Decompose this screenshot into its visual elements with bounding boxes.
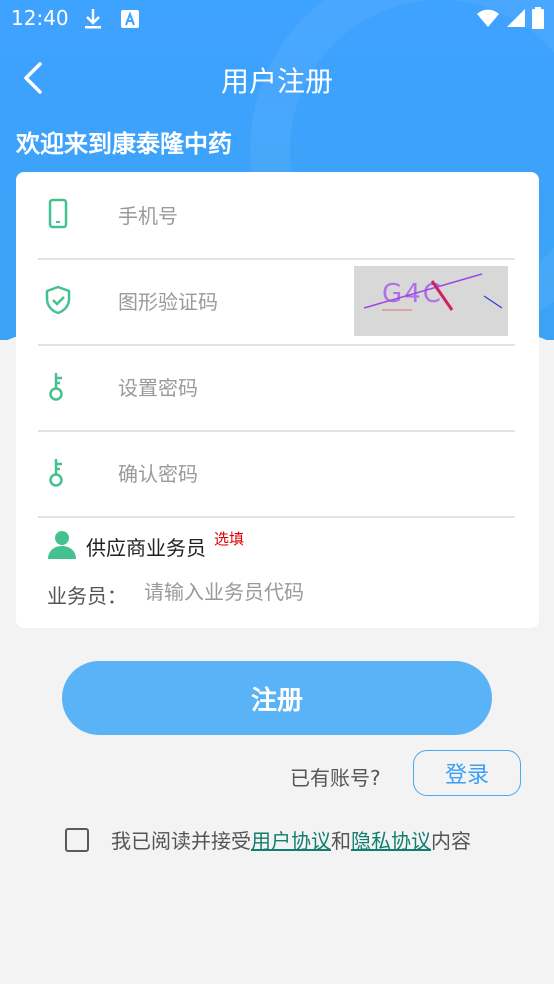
optional-tag: 选填: [214, 529, 245, 548]
font-icon: [120, 7, 140, 35]
confirm-password-input[interactable]: [116, 430, 350, 518]
status-bar: 12:40: [0, 0, 554, 38]
agreement-prefix: 我已阅读并接受: [111, 829, 251, 853]
agreement-row: 我已阅读并接受用户协议和隐私协议内容: [65, 825, 471, 854]
status-time: 12:40: [11, 6, 69, 30]
captcha-image[interactable]: G4C: [354, 266, 508, 336]
shield-check-icon: [42, 284, 74, 316]
supplier-section: 供应商业务员 选填: [46, 528, 244, 564]
agreement-and: 和: [331, 829, 351, 853]
person-icon: [46, 528, 78, 564]
password-row: [38, 344, 515, 432]
register-form-card: G4C 供应商业务员 选填 业务员：: [16, 172, 539, 628]
phone-row: [38, 172, 515, 260]
password-input[interactable]: [116, 344, 350, 432]
captcha-row: G4C: [38, 258, 515, 346]
agreement-suffix: 内容: [431, 829, 471, 853]
salesman-code-input[interactable]: [144, 580, 444, 604]
have-account-text: 已有账号?: [290, 766, 381, 790]
wifi-icon: [476, 8, 500, 32]
page-title: 用户注册: [220, 65, 333, 98]
confirm-password-row: [38, 430, 515, 518]
captcha-input[interactable]: [116, 258, 350, 346]
register-button[interactable]: 注册: [62, 661, 492, 735]
phone-icon: [42, 198, 74, 230]
phone-input[interactable]: [116, 172, 350, 260]
key-icon: [42, 370, 74, 402]
welcome-text: 欢迎来到康泰隆中药: [16, 130, 232, 158]
supplier-label: 供应商业务员: [86, 535, 206, 560]
user-agreement-link[interactable]: 用户协议: [251, 829, 331, 853]
agreement-text: 我已阅读并接受用户协议和隐私协议内容: [111, 825, 471, 854]
battery-icon: [532, 7, 544, 33]
key-icon: [42, 456, 74, 488]
login-button[interactable]: 登录: [413, 750, 521, 796]
salesman-label: 业务员：: [47, 584, 127, 608]
agreement-checkbox[interactable]: [65, 827, 89, 852]
signal-icon: [506, 8, 526, 32]
privacy-agreement-link[interactable]: 隐私协议: [351, 829, 431, 853]
download-icon: [82, 7, 104, 35]
